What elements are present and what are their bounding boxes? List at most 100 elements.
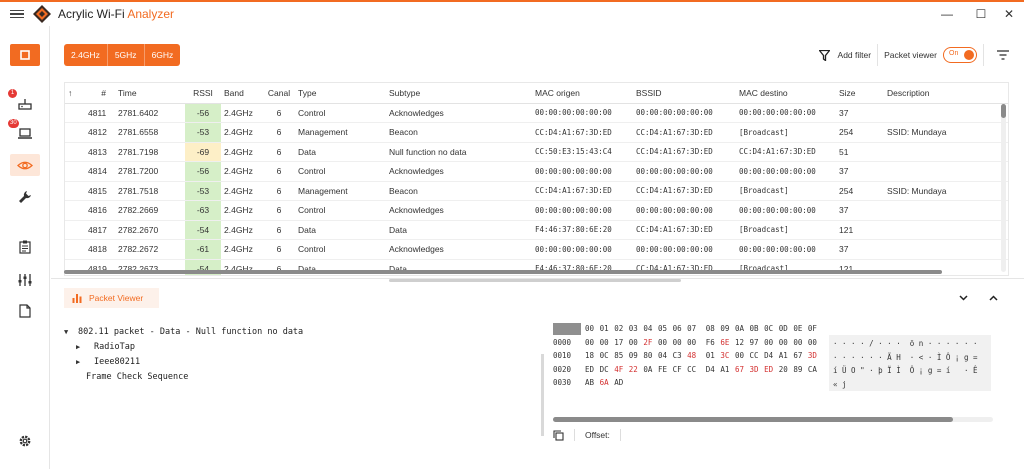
table-row[interactable]: 4814 2781.7200 -56 2.4GHz 6 Control Acknowledg… <box>65 161 1008 182</box>
minimize-button[interactable]: — <box>932 2 962 26</box>
hex-byte[interactable]: 3C <box>720 351 735 360</box>
sidebar-item-packet-viewer[interactable] <box>10 154 40 176</box>
hex-byte[interactable]: CA <box>808 365 823 374</box>
table-row[interactable]: 4815 2781.7518 -53 2.4GHz 6 Management Beacon C… <box>65 181 1008 201</box>
tree-node-fcs[interactable]: Frame Check Sequence <box>64 369 303 384</box>
column-header-canal[interactable]: Canal <box>263 83 295 104</box>
hex-byte[interactable]: 00 <box>764 338 779 347</box>
close-button[interactable]: ✕ <box>994 2 1024 26</box>
hex-byte[interactable]: CF <box>673 365 688 374</box>
hex-byte[interactable]: D4 <box>764 351 779 360</box>
hex-byte[interactable]: A1 <box>779 351 794 360</box>
band-button-6ghz[interactable]: 6GHz <box>144 44 181 66</box>
hex-byte[interactable]: A1 <box>720 365 735 374</box>
hex-byte[interactable]: 20 <box>779 365 794 374</box>
column-header-size[interactable]: Size <box>836 83 884 104</box>
column-header-mac-destino[interactable]: MAC destino <box>736 83 836 104</box>
hex-byte[interactable]: AB <box>585 378 600 387</box>
hex-byte[interactable]: 12 <box>735 338 750 347</box>
hamburger-menu-icon[interactable] <box>10 9 24 19</box>
hex-byte[interactable]: 6A <box>600 378 615 387</box>
hex-scroll-thumb[interactable] <box>553 417 953 422</box>
hex-byte[interactable]: 3D <box>750 365 765 374</box>
expand-triangle-icon[interactable]: ▶ <box>76 358 86 366</box>
hex-byte[interactable]: 00 <box>673 338 688 347</box>
sidebar-item-access-points[interactable]: 1 <box>8 89 40 114</box>
hex-byte[interactable]: 00 <box>687 338 702 347</box>
hex-byte[interactable]: 80 <box>643 351 658 360</box>
hex-byte[interactable]: 17 <box>614 338 629 347</box>
sidebar-item-settings[interactable] <box>10 430 40 452</box>
hex-byte[interactable]: 00 <box>600 338 615 347</box>
hex-byte[interactable]: 48 <box>687 351 702 360</box>
sidebar-item-stations[interactable]: 30 <box>8 119 40 144</box>
column-header-time[interactable]: Time <box>115 83 185 104</box>
hex-byte[interactable]: D4 <box>706 365 721 374</box>
table-row[interactable]: 4811 2781.6402 -56 2.4GHz 6 Control Acknowledg… <box>65 103 1008 123</box>
hex-byte[interactable]: CC <box>687 365 702 374</box>
hex-byte[interactable]: FE <box>658 365 673 374</box>
table-vertical-scroll-thumb[interactable] <box>1001 104 1006 118</box>
hex-byte[interactable]: 04 <box>658 351 673 360</box>
pane-resize-handle[interactable] <box>389 279 681 282</box>
tree-node-root[interactable]: ▼ 802.11 packet - Data - Null function no… <box>64 324 303 339</box>
hex-byte[interactable]: 18 <box>585 351 600 360</box>
hex-byte[interactable]: F6 <box>706 338 721 347</box>
hex-byte[interactable]: 2F <box>643 338 658 347</box>
tree-node-radiotap[interactable]: ▶ RadioTap <box>64 339 303 354</box>
hex-byte[interactable]: 0A <box>643 365 658 374</box>
hex-byte[interactable]: 00 <box>735 351 750 360</box>
packet-viewer-tab[interactable]: Packet Viewer <box>64 288 159 308</box>
hex-byte[interactable]: ED <box>585 365 600 374</box>
add-filter-button[interactable]: Add filter <box>818 49 871 61</box>
maximize-button[interactable]: ☐ <box>966 2 996 26</box>
packet-viewer-toggle[interactable]: On <box>943 47 977 63</box>
hex-horizontal-scrollbar[interactable] <box>553 417 993 422</box>
table-horizontal-scrollbar[interactable] <box>64 270 942 274</box>
hex-byte[interactable]: AD <box>614 378 629 387</box>
column-header-number[interactable]: # <box>85 83 115 104</box>
hex-byte[interactable]: 00 <box>585 338 600 347</box>
table-row[interactable]: 4816 2782.2669 -63 2.4GHz 6 Control Acknowledg… <box>65 200 1008 221</box>
hex-byte[interactable]: 22 <box>629 365 644 374</box>
sidebar-item-reports[interactable] <box>10 236 40 258</box>
sort-arrow-icon[interactable]: ↑ <box>65 83 85 104</box>
hex-byte[interactable]: 00 <box>779 338 794 347</box>
table-row[interactable]: 4812 2781.6558 -53 2.4GHz 6 Management Beacon C… <box>65 122 1008 143</box>
table-row[interactable]: 4817 2782.2670 -54 2.4GHz 6 Data Data F4:46:37:… <box>65 220 1008 240</box>
table-row[interactable]: 4818 2782.2672 -61 2.4GHz 6 Control Acknowledg… <box>65 239 1008 260</box>
hex-byte[interactable]: 00 <box>808 338 823 347</box>
column-header-description[interactable]: Description <box>884 83 1008 104</box>
band-button-2-4ghz[interactable]: 2.4GHz <box>64 44 108 66</box>
tree-vertical-scrollbar[interactable] <box>541 354 544 436</box>
column-header-mac-origen[interactable]: MAC origen <box>532 83 633 104</box>
hex-byte[interactable]: ED <box>764 365 779 374</box>
hex-byte[interactable]: 01 <box>706 351 721 360</box>
table-vertical-scrollbar[interactable] <box>1001 104 1006 272</box>
sidebar-item-documents[interactable] <box>10 300 40 322</box>
column-header-rssi[interactable]: RSSI <box>185 83 221 104</box>
band-button-5ghz[interactable]: 5GHz <box>107 44 145 66</box>
hex-byte[interactable]: 6E <box>720 338 735 347</box>
expand-triangle-icon[interactable]: ▶ <box>76 343 86 351</box>
hex-byte[interactable]: 3D <box>808 351 823 360</box>
collapse-triangle-icon[interactable]: ▼ <box>64 328 74 336</box>
hex-byte[interactable]: 09 <box>629 351 644 360</box>
expand-up-button[interactable] <box>983 288 1003 308</box>
record-button[interactable] <box>10 44 40 66</box>
tree-node-ieee80211[interactable]: ▶ Ieee80211 <box>64 354 303 369</box>
hex-byte[interactable]: 67 <box>793 351 808 360</box>
hex-byte[interactable]: 89 <box>793 365 808 374</box>
hex-byte[interactable]: 00 <box>658 338 673 347</box>
hex-byte[interactable]: 85 <box>614 351 629 360</box>
column-header-bssid[interactable]: BSSID <box>633 83 736 104</box>
hex-byte[interactable]: 4F <box>614 365 629 374</box>
hex-byte[interactable]: CC <box>750 351 765 360</box>
hex-byte[interactable]: 67 <box>735 365 750 374</box>
sort-options-icon[interactable] <box>996 49 1010 61</box>
column-header-band[interactable]: Band <box>221 83 263 104</box>
column-header-type[interactable]: Type <box>295 83 386 104</box>
collapse-down-button[interactable] <box>953 288 973 308</box>
hex-byte[interactable]: 97 <box>750 338 765 347</box>
sidebar-item-tools[interactable] <box>10 186 40 208</box>
